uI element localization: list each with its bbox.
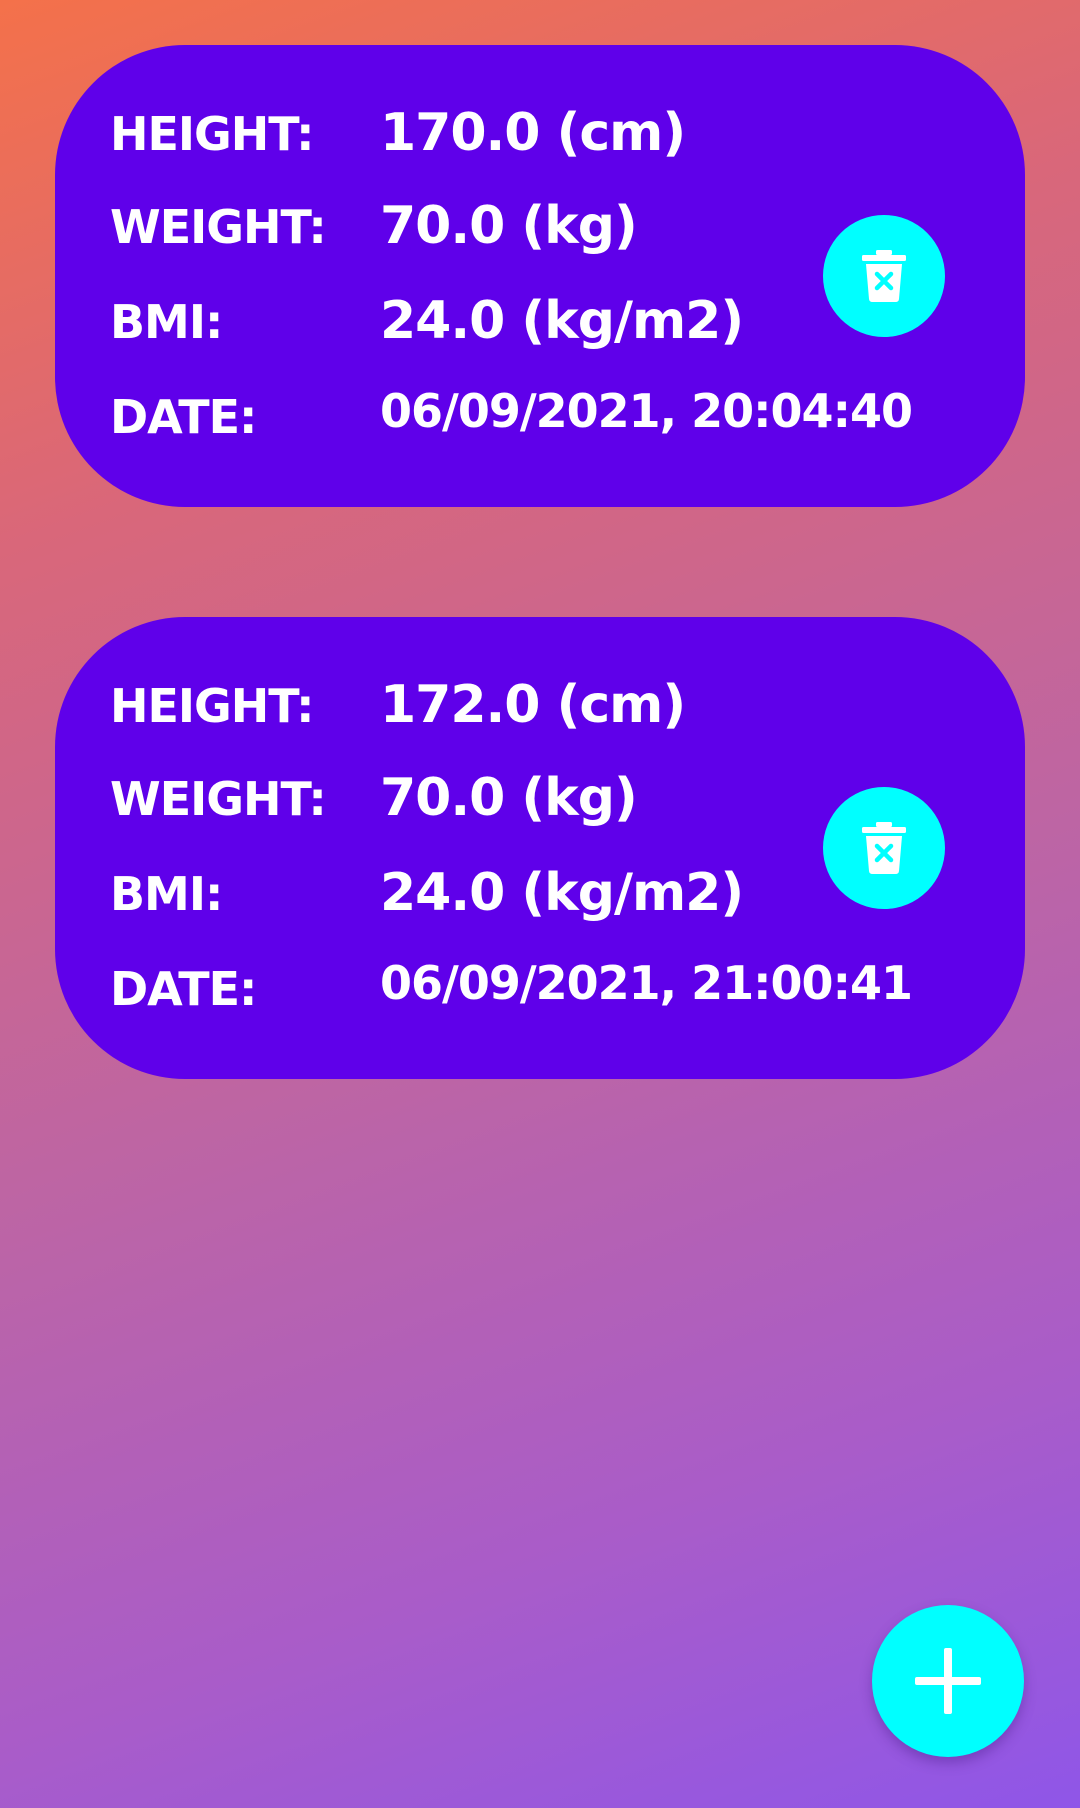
date-label: DATE: bbox=[110, 962, 257, 1016]
height-label: HEIGHT: bbox=[110, 107, 315, 161]
date-value: 06/09/2021, 21:00:41 bbox=[380, 956, 913, 1010]
bmi-value: 24.0 (kg/m2) bbox=[380, 863, 744, 923]
bmi-value: 24.0 (kg/m2) bbox=[380, 291, 744, 351]
delete-record-button[interactable] bbox=[823, 215, 945, 337]
bmi-label: BMI: bbox=[110, 295, 223, 349]
weight-label: WEIGHT: bbox=[110, 772, 327, 826]
weight-label: WEIGHT: bbox=[110, 200, 327, 254]
trash-icon bbox=[862, 822, 906, 874]
date-label: DATE: bbox=[110, 390, 257, 444]
bmi-label: BMI: bbox=[110, 867, 223, 921]
weight-value: 70.0 (kg) bbox=[380, 196, 638, 256]
height-value: 170.0 (cm) bbox=[380, 103, 686, 163]
bmi-record-card: HEIGHT: 172.0 (cm) WEIGHT: 70.0 (kg) BMI… bbox=[55, 617, 1025, 1079]
date-value: 06/09/2021, 20:04:40 bbox=[380, 384, 913, 438]
height-value: 172.0 (cm) bbox=[380, 675, 686, 735]
bmi-record-card: HEIGHT: 170.0 (cm) WEIGHT: 70.0 (kg) BMI… bbox=[55, 45, 1025, 507]
height-label: HEIGHT: bbox=[110, 679, 315, 733]
delete-record-button[interactable] bbox=[823, 787, 945, 909]
add-record-button[interactable] bbox=[872, 1605, 1024, 1757]
weight-value: 70.0 (kg) bbox=[380, 768, 638, 828]
plus-icon bbox=[915, 1648, 981, 1714]
trash-icon bbox=[862, 250, 906, 302]
